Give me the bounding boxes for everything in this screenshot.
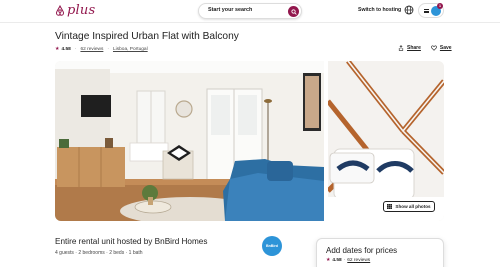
listing-capacity: 4 guests · 2 bedrooms · 2 beds · 1 bath: [55, 250, 143, 256]
top-navbar: plus Start your search Switch to hosting…: [0, 0, 500, 23]
search-icon: [290, 8, 297, 15]
secondary-listing-photo[interactable]: [328, 61, 444, 221]
user-avatar: 1: [431, 3, 443, 16]
notification-badge: 1: [437, 3, 443, 9]
save-button[interactable]: Save: [431, 45, 452, 51]
separator-dot: ·: [74, 46, 77, 52]
search-bar[interactable]: Start your search: [198, 3, 302, 19]
airbnb-logo-icon: [55, 5, 65, 16]
show-all-photos-label: Show all photos: [395, 204, 431, 209]
reviews-link[interactable]: 62 reviews: [80, 47, 103, 52]
save-label: Save: [439, 45, 452, 51]
booking-rating: 4.58: [332, 258, 342, 263]
star-icon: ★: [55, 46, 60, 52]
share-label: Share: [407, 45, 421, 51]
share-icon: [398, 45, 404, 51]
search-button[interactable]: [288, 6, 299, 17]
heart-icon: [431, 45, 437, 51]
profile-menu-button[interactable]: 1: [418, 3, 444, 18]
share-button[interactable]: Share: [398, 45, 421, 51]
booking-title: Add dates for prices: [326, 246, 398, 255]
switch-to-hosting-link[interactable]: Switch to hosting: [358, 7, 401, 13]
hamburger-menu-icon: [424, 9, 429, 13]
show-all-photos-button[interactable]: Show all photos: [383, 201, 435, 212]
host-avatar-label: BnBird: [266, 244, 278, 248]
booking-meta: ★ 4.58 · 62 reviews: [326, 258, 370, 263]
star-icon: ★: [326, 258, 331, 263]
brand-logo[interactable]: plus: [55, 3, 95, 18]
booking-reviews-link[interactable]: 62 reviews: [347, 258, 370, 263]
listing-actions: Share Save: [398, 45, 452, 51]
bedroom-photo: [328, 61, 444, 221]
host-avatar[interactable]: BnBird: [262, 236, 282, 256]
listing-rating: 4.58: [61, 46, 71, 52]
separator-dot: ·: [107, 46, 109, 52]
host-heading: Entire rental unit hosted by BnBird Home…: [55, 237, 208, 246]
brand-wordmark: plus: [67, 3, 96, 18]
location-link[interactable]: Lisboa, Portugal: [113, 47, 148, 52]
listing-meta: ★ 4.58 · 62 reviews · Lisboa, Portugal: [55, 46, 148, 52]
listing-title: Vintage Inspired Urban Flat with Balcony: [55, 31, 239, 42]
living-room-photo: [55, 61, 324, 221]
globe-icon[interactable]: [404, 5, 414, 15]
grid-icon: [387, 204, 393, 209]
booking-card: Add dates for prices ★ 4.58 · 62 reviews: [316, 238, 444, 267]
search-placeholder: Start your search: [208, 7, 253, 13]
separator-dot: ·: [343, 258, 346, 263]
main-listing-photo[interactable]: [55, 61, 324, 221]
